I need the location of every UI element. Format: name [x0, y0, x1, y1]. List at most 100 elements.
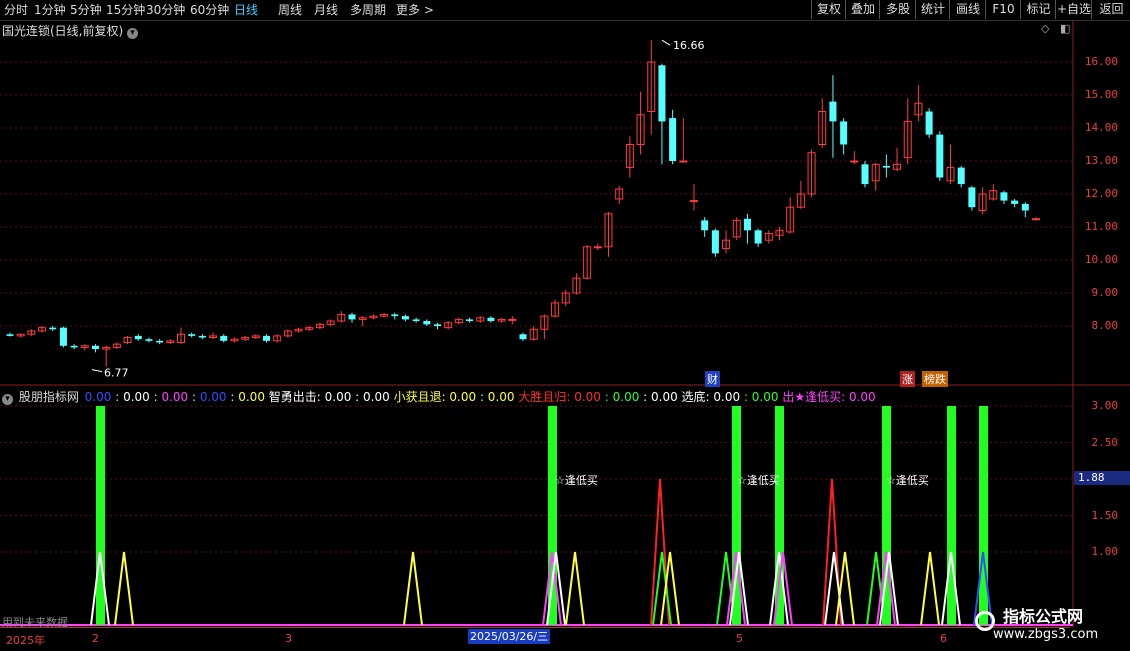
toolbar-button[interactable]: 多股: [879, 0, 916, 19]
candle-body: [829, 101, 837, 122]
candle-body: [679, 160, 688, 163]
candle-body: [1011, 200, 1019, 204]
candle-body: [519, 334, 527, 340]
toolbar-button[interactable]: 复权: [811, 0, 846, 19]
toolbar-button[interactable]: 画线: [949, 0, 986, 19]
candle-body: [112, 343, 121, 348]
signal-spike: [403, 551, 423, 626]
date-month-5: 5: [736, 632, 743, 645]
candle-body: [583, 246, 592, 279]
candle-body: [946, 167, 955, 182]
candle-body: [102, 346, 111, 350]
finance-tag[interactable]: 财: [705, 371, 720, 387]
signal-spike: [546, 551, 566, 626]
panel-toggle-icon[interactable]: ◧: [1060, 22, 1070, 35]
watermark-title: 指标公式网: [1003, 607, 1084, 626]
period-tab[interactable]: 1分钟: [34, 2, 66, 18]
indicator-value: : 0.00: [604, 390, 644, 404]
candle-body: [59, 327, 67, 346]
candle-body: [572, 277, 581, 294]
selected-date[interactable]: 2025/03/26/三: [468, 629, 550, 644]
high-pointer: [661, 39, 671, 46]
candle-body: [27, 330, 36, 335]
indicator-value: : 0.00: [743, 390, 783, 404]
candle-body: [497, 318, 506, 322]
magnifier-icon: [975, 611, 995, 631]
candle-body: [593, 246, 602, 249]
chart-title[interactable]: 国光连锁(日线,前复权) ▾: [2, 22, 139, 39]
period-tab[interactable]: 多周期: [350, 2, 386, 18]
toolbar-button[interactable]: 叠加: [845, 0, 880, 19]
indicator-value: :: [188, 390, 200, 404]
candle-body: [636, 114, 645, 146]
candle-body: [561, 292, 570, 304]
rank-tag[interactable]: 榜跌: [922, 371, 948, 387]
diamond-icon[interactable]: ◇: [1041, 22, 1049, 35]
date-month-2: 2: [92, 632, 99, 645]
signal-bar: [548, 406, 557, 625]
price-tick: 10.00: [1084, 253, 1118, 266]
signal-spike: [729, 551, 749, 626]
period-tab[interactable]: 15分钟: [106, 2, 145, 18]
signal-spike: [90, 551, 110, 626]
toolbar-button[interactable]: 标记: [1020, 0, 1056, 19]
indicator-value: 0.00: [161, 390, 189, 404]
period-tab[interactable]: 更多 >: [396, 2, 434, 18]
signal-spike: [726, 551, 746, 626]
signal-bar: [732, 406, 741, 625]
chevron-down-icon[interactable]: ▾: [2, 394, 13, 405]
signal-spike: [716, 551, 736, 626]
indicator-value: 0.00: [123, 390, 150, 404]
signal-spike: [920, 551, 940, 626]
candlestick-chart[interactable]: 16.66 6.77: [0, 0, 1130, 650]
signal-spike: [565, 551, 585, 626]
candle-body: [230, 338, 239, 342]
signal-spike: [769, 551, 789, 626]
candle-body: [775, 229, 784, 236]
signal-spike: [650, 478, 670, 626]
signal-spike: [114, 551, 134, 626]
period-tab[interactable]: 30分钟: [146, 2, 185, 18]
toolbar-button[interactable]: 统计: [915, 0, 950, 19]
candle-body: [1021, 203, 1029, 211]
candle-body: [294, 328, 303, 332]
candle-body: [978, 193, 987, 211]
candle-body: [764, 233, 773, 241]
low-price-label: 6.77: [104, 367, 129, 380]
period-tab[interactable]: 周线: [278, 2, 302, 18]
indicator-name[interactable]: 股朋指标网: [19, 390, 79, 404]
price-tick: 14.00: [1084, 121, 1118, 134]
candle-body: [604, 213, 613, 248]
toolbar-button[interactable]: F10: [985, 0, 1021, 19]
indicator-value: :: [226, 390, 239, 404]
candle-body: [198, 335, 206, 338]
signal-spike: [824, 551, 844, 626]
signal-bar: [882, 406, 891, 625]
signal-bar: [947, 406, 956, 625]
candle-body: [38, 327, 47, 332]
indicator-value: :: [149, 390, 162, 404]
indicator-value: 0.00: [84, 390, 112, 404]
candle-body: [625, 144, 634, 169]
period-tab[interactable]: 分时: [4, 2, 28, 18]
price-tick: 13.00: [1084, 154, 1118, 167]
period-tab[interactable]: 月线: [314, 2, 338, 18]
candle-body: [711, 230, 719, 254]
chevron-down-icon[interactable]: ▾: [127, 28, 139, 39]
signal-spike: [876, 551, 896, 626]
toolbar-button[interactable]: 返回: [1091, 0, 1130, 19]
signal-spike: [652, 551, 672, 626]
signal-spike: [835, 551, 855, 626]
indicator-value: 出★逢低买: 0.00: [782, 390, 876, 404]
indicator-value: 智勇出击: 0.00 : 0.00: [264, 390, 394, 404]
price-tick: 12.00: [1084, 187, 1118, 200]
period-tab[interactable]: 5分钟: [70, 2, 102, 18]
candle-body: [444, 322, 453, 329]
candle-body: [70, 345, 78, 348]
period-tab[interactable]: 60分钟: [190, 2, 229, 18]
toolbar-button[interactable]: +自选: [1055, 0, 1092, 19]
candle-body: [423, 321, 431, 325]
date-month-6: 6: [940, 632, 947, 645]
rise-tag[interactable]: 涨: [900, 371, 915, 387]
period-tab[interactable]: 日线: [234, 2, 258, 18]
